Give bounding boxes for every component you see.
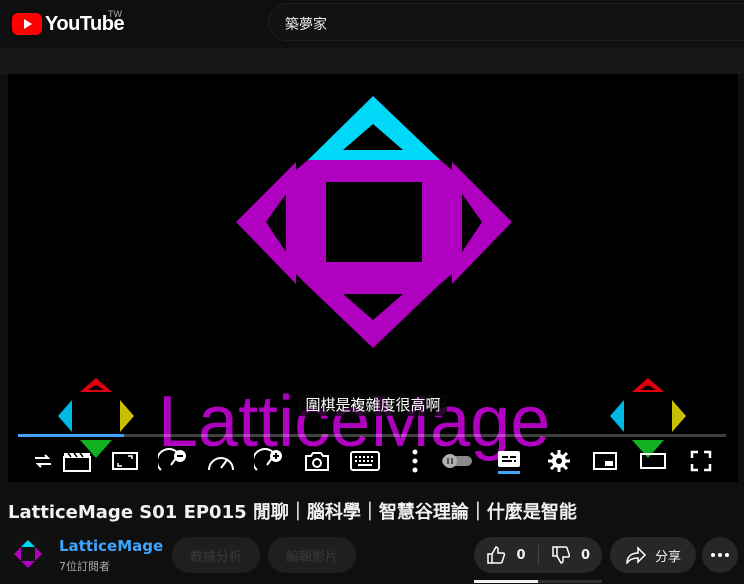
header-divider <box>0 48 744 74</box>
like-button[interactable]: 0 <box>474 537 538 573</box>
more-vertical-icon <box>412 449 418 473</box>
dislike-button[interactable]: 0 <box>539 537 602 573</box>
loop-button[interactable] <box>26 446 60 476</box>
miniplayer-button[interactable] <box>588 446 622 476</box>
volume-plus-icon <box>254 448 282 471</box>
dislike-count: 0 <box>580 547 591 563</box>
speedometer-icon <box>208 457 234 471</box>
more-horizontal-icon <box>711 553 729 557</box>
loop-icon <box>35 454 51 468</box>
youtube-play-icon <box>12 13 42 35</box>
lattice-logo <box>236 96 512 348</box>
like-dislike-group: 0 0 <box>474 537 602 573</box>
avatar[interactable] <box>8 534 48 574</box>
region-code: TW <box>108 9 122 19</box>
clip-button[interactable] <box>60 446 94 476</box>
thumbs-up-icon <box>487 546 506 564</box>
settings-button[interactable] <box>542 446 576 476</box>
search-box[interactable]: 築夢家 <box>268 3 744 41</box>
progress-fill <box>18 434 125 437</box>
autoplay-toggle[interactable] <box>440 446 474 476</box>
analytics-button[interactable]: 數據分析 <box>172 537 260 573</box>
subtitles-button[interactable] <box>492 446 526 476</box>
theater-mode-icon <box>640 453 666 469</box>
subscriber-count: 7位訂閱者 <box>59 560 110 573</box>
thumbs-down-icon <box>552 546 571 564</box>
channel-name[interactable]: LatticeMage <box>59 537 163 555</box>
video-player[interactable]: LatticeMage 圍棋是複雜度很高啊 <box>8 74 738 482</box>
more-options-button[interactable] <box>398 446 432 476</box>
theater-mode-button[interactable] <box>636 446 670 476</box>
edit-video-label: 編輯影片 <box>285 549 338 565</box>
video-title: LatticeMage S01 EP015 閒聊｜腦科學｜智慧谷理論｜什麼是智能 <box>8 502 577 523</box>
aspect-ratio-icon <box>112 452 138 470</box>
volume-up-button[interactable] <box>252 446 286 476</box>
share-label: 分享 <box>654 549 681 565</box>
more-actions-button[interactable] <box>702 537 738 573</box>
like-count: 0 <box>516 547 526 563</box>
caption-text: 圍棋是複雜度很高啊 <box>299 394 447 416</box>
speed-button[interactable] <box>204 446 238 476</box>
share-icon <box>626 546 647 564</box>
top-bar: YouTube TW 築夢家 <box>0 0 744 48</box>
miniplayer-icon <box>593 452 617 470</box>
fullscreen-button[interactable] <box>684 446 718 476</box>
keyboard-shortcuts-button[interactable] <box>348 446 382 476</box>
screenshot-button[interactable] <box>300 446 334 476</box>
share-button[interactable]: 分享 <box>610 537 696 573</box>
clapperboard-icon <box>63 452 91 472</box>
screenshot-camera-icon <box>305 452 329 471</box>
caption-overlay: 圍棋是複雜度很高啊 <box>8 394 738 416</box>
channel-logo-icon <box>8 534 48 574</box>
settings-gear-icon <box>548 450 570 472</box>
like-ratio-fill <box>474 580 538 583</box>
fullscreen-icon <box>690 450 712 472</box>
keyboard-icon <box>350 451 380 471</box>
subtitles-icon <box>498 451 520 474</box>
youtube-logo[interactable]: YouTube TW <box>12 9 125 39</box>
aspect-button[interactable] <box>108 446 142 476</box>
search-input[interactable]: 築夢家 <box>285 14 327 34</box>
video-frame: LatticeMage <box>58 96 686 462</box>
analytics-label: 數據分析 <box>189 549 242 565</box>
autoplay-toggle-icon <box>442 454 472 468</box>
volume-down-button[interactable] <box>156 446 190 476</box>
progress-bar[interactable] <box>18 434 726 437</box>
like-ratio-bar <box>474 580 602 583</box>
volume-minus-icon <box>158 448 186 471</box>
edit-video-button[interactable]: 編輯影片 <box>268 537 356 573</box>
